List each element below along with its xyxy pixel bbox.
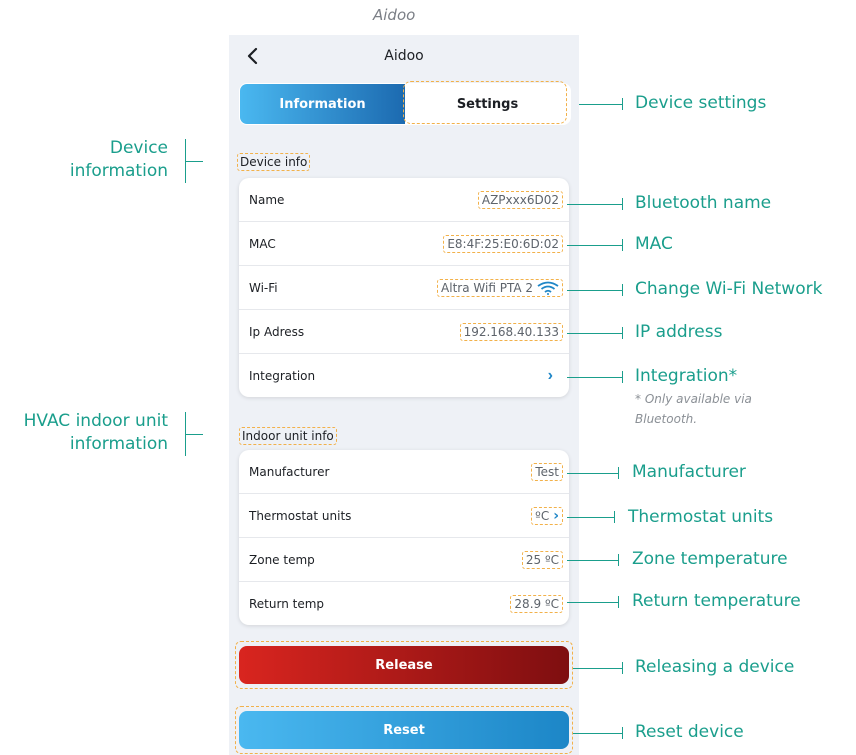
change-wifi-annotation: Change Wi-Fi Network — [635, 279, 823, 299]
row-zone-temp: Zone temp 25 ºC — [239, 538, 569, 582]
figure-caption: Aidoo — [373, 6, 416, 24]
row-label: Manufacturer — [249, 464, 330, 479]
indoor-unit-card: Manufacturer Test Thermostat units ºC › … — [239, 450, 569, 625]
row-label: Integration — [249, 368, 316, 383]
device-information-line2: information — [69, 161, 168, 181]
row-wifi[interactable]: Wi-Fi Altra Wifi PTA 2 — [239, 266, 569, 310]
connector-tick — [622, 284, 623, 296]
wifi-network-name: Altra Wifi PTA 2 — [441, 280, 533, 295]
thermostat-units-annotation: Thermostat units — [628, 507, 774, 527]
device-info-heading: Device info — [237, 153, 311, 171]
indoor-unit-info-heading: Indoor unit info — [239, 427, 337, 445]
connector-line — [573, 733, 623, 734]
bluetooth-name-annotation: Bluetooth name — [635, 193, 772, 213]
device-information-annotation: Device information — [40, 137, 168, 183]
return-temp-value: 28.9 ºC — [510, 594, 563, 613]
device-info-card: Name AZPxxx6D02 MAC E8:4F:25:E0:6D:02 Wi… — [239, 178, 569, 397]
settings-highlight — [403, 81, 567, 124]
connector-line — [567, 560, 619, 561]
hvac-annotation: HVAC indoor unit information — [0, 410, 168, 456]
phone-screen: Aidoo Information Settings Device info N… — [229, 35, 579, 755]
connector-line — [573, 668, 623, 669]
row-label: Wi-Fi — [249, 280, 278, 295]
connector-line — [579, 104, 623, 105]
wifi-value[interactable]: Altra Wifi PTA 2 — [437, 278, 563, 297]
row-return-temp: Return temp 28.9 ºC — [239, 582, 569, 625]
row-label: Zone temp — [249, 552, 315, 567]
integration-note-line2: Bluetooth. — [635, 412, 698, 426]
thermostat-units-value[interactable]: ºC › — [531, 506, 563, 525]
connector-tick — [622, 327, 623, 339]
release-button[interactable]: Release — [239, 646, 569, 684]
hvac-line1: HVAC indoor unit — [23, 411, 168, 431]
connector-tick — [622, 727, 623, 739]
manufacturer-value: Test — [531, 462, 563, 481]
return-temperature-annotation: Return temperature — [632, 591, 801, 611]
ip-address-value: 192.168.40.133 — [459, 322, 563, 341]
row-label: Name — [249, 192, 285, 207]
chevron-right-icon: › — [553, 507, 559, 524]
reset-device-annotation: Reset device — [635, 722, 744, 742]
hvac-line2: information — [69, 434, 168, 454]
device-settings-annotation: Device settings — [635, 93, 767, 113]
connector-tick — [622, 371, 623, 383]
integration-note-line1: * Only available via — [635, 392, 752, 406]
row-manufacturer: Manufacturer Test — [239, 450, 569, 494]
connector-line — [567, 245, 623, 246]
connector-tick — [618, 554, 619, 566]
connector-line — [567, 377, 623, 378]
ip-address-annotation: IP address — [635, 322, 723, 342]
connector-tick — [618, 596, 619, 608]
tab-information[interactable]: Information — [240, 84, 405, 124]
connector-tick — [622, 98, 623, 110]
row-label: Return temp — [249, 596, 325, 611]
row-ip: Ip Adress 192.168.40.133 — [239, 310, 569, 354]
row-name: Name AZPxxx6D02 — [239, 178, 569, 222]
row-mac: MAC E8:4F:25:E0:6D:02 — [239, 222, 569, 266]
mac-value: E8:4F:25:E0:6D:02 — [443, 234, 563, 253]
connector-line — [567, 517, 615, 518]
page-title: Aidoo — [384, 48, 424, 64]
releasing-annotation: Releasing a device — [635, 657, 795, 677]
connector-tick — [622, 198, 623, 210]
row-label: Ip Adress — [249, 324, 305, 339]
connector-tick — [622, 239, 623, 251]
device-information-bracket-tick — [185, 161, 203, 162]
zone-temp-value: 25 ºC — [521, 550, 563, 569]
connector-tick — [622, 662, 623, 674]
connector-tick — [614, 511, 615, 523]
row-label: MAC — [249, 236, 276, 251]
bluetooth-name-value: AZPxxx6D02 — [477, 190, 563, 209]
reset-button[interactable]: Reset — [239, 711, 569, 749]
device-information-line1: Device — [109, 138, 168, 158]
row-integration[interactable]: Integration › — [239, 354, 569, 397]
connector-line — [567, 602, 619, 603]
zone-temperature-annotation: Zone temperature — [632, 549, 788, 569]
connector-line — [567, 290, 623, 291]
connector-line — [567, 473, 619, 474]
manufacturer-annotation: Manufacturer — [632, 462, 746, 482]
row-label: Thermostat units — [249, 508, 352, 523]
hvac-bracket-tick — [185, 434, 203, 435]
chevron-right-icon[interactable]: › — [548, 367, 553, 385]
wifi-icon — [537, 281, 559, 295]
units-text: ºC — [535, 508, 550, 523]
row-thermostat-units[interactable]: Thermostat units ºC › — [239, 494, 569, 538]
top-bar: Aidoo — [229, 35, 579, 80]
connector-line — [567, 204, 623, 205]
integration-note: * Only available via Bluetooth. — [635, 389, 752, 429]
connector-tick — [618, 467, 619, 479]
mac-annotation: MAC — [635, 234, 673, 254]
integration-annotation: Integration* — [635, 366, 738, 386]
connector-line — [567, 333, 623, 334]
